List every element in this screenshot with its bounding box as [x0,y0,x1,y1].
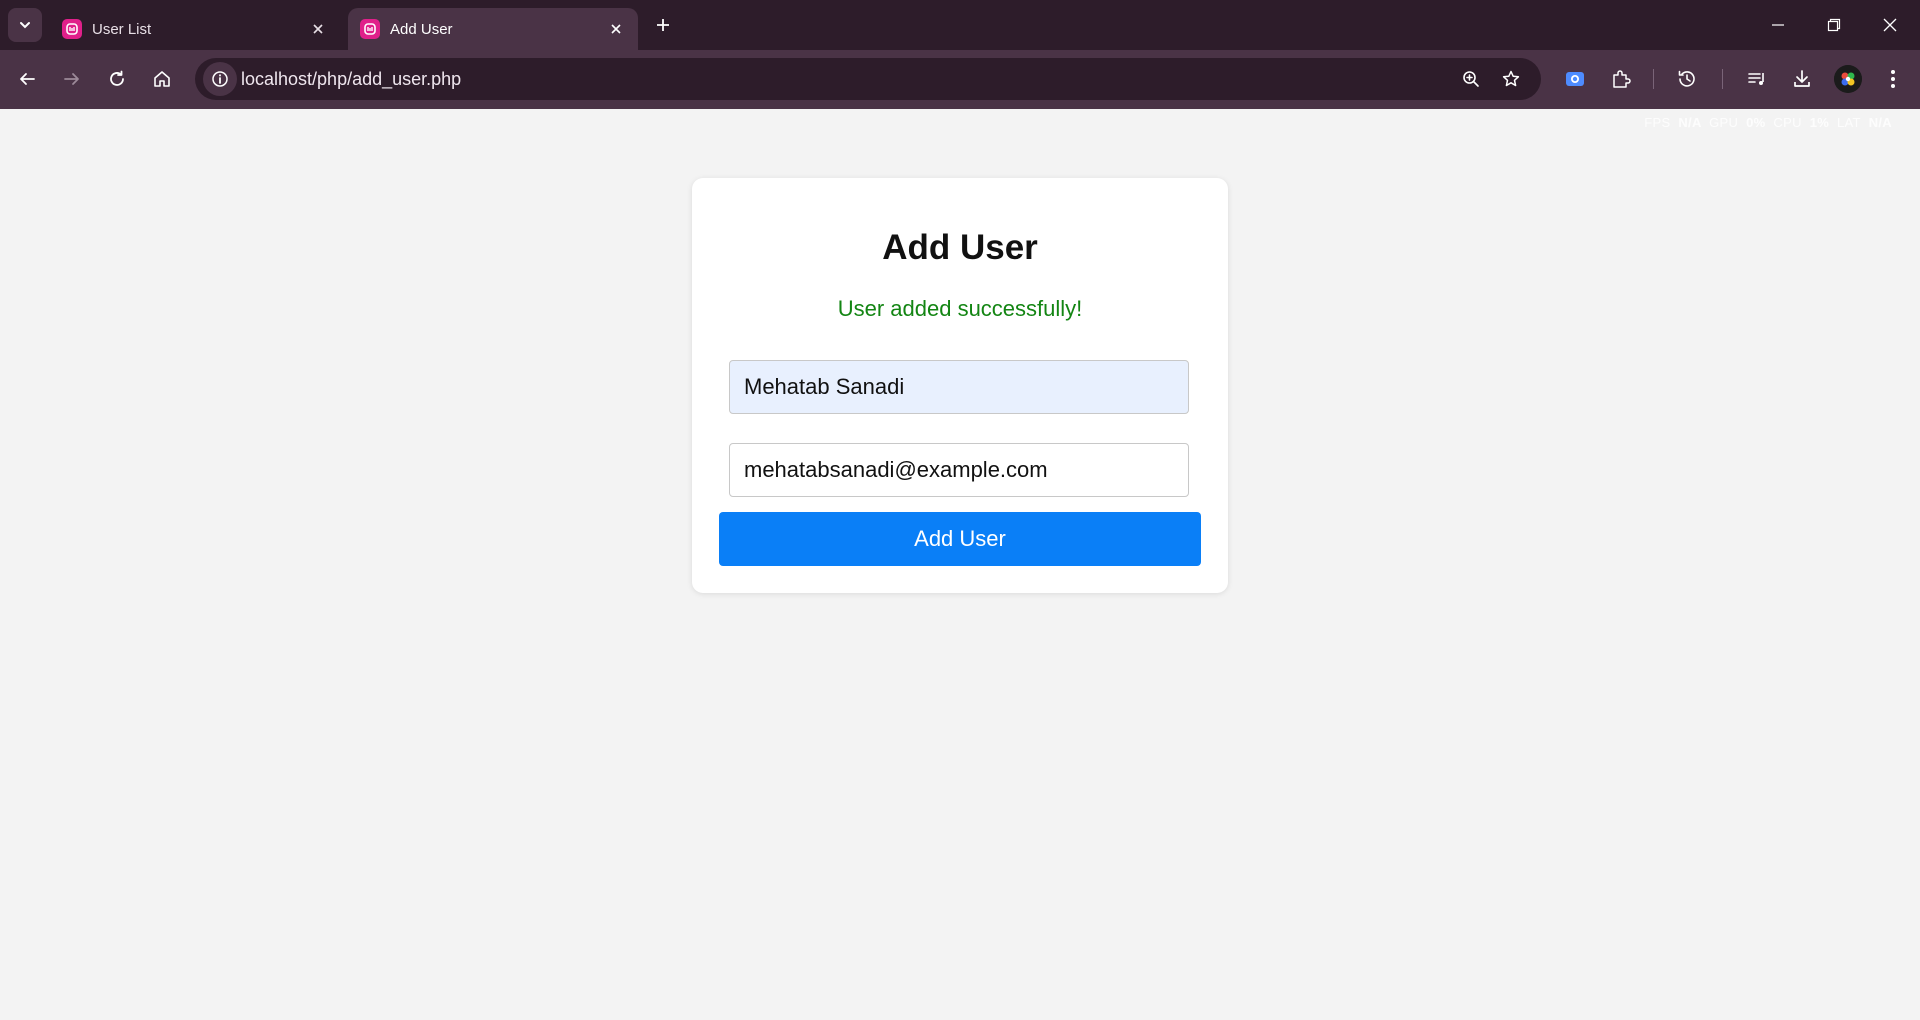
tab-search-button[interactable] [8,8,42,42]
performance-overlay: FPS N/A GPU 0% CPU 1% LAT N/A [1640,115,1892,130]
menu-button[interactable] [1876,62,1910,96]
lat-label: LAT [1837,115,1861,130]
restore-icon [1827,18,1841,32]
puzzle-icon [1613,70,1631,88]
close-icon[interactable] [304,15,332,43]
tab-add-user[interactable]: Add User [348,8,638,50]
history-button[interactable] [1670,62,1704,96]
info-icon [212,71,228,87]
site-info-button[interactable] [203,62,237,96]
reload-icon [110,70,124,86]
screenshot-extension-button[interactable] [1558,62,1592,96]
media-queue-icon [1748,73,1764,85]
back-button[interactable] [10,62,44,96]
download-icon [1794,70,1810,87]
downloads-button[interactable] [1785,62,1819,96]
name-field[interactable] [729,360,1189,414]
bookmark-button[interactable] [1494,62,1528,96]
app-favicon-icon [62,19,82,39]
page-title: Add User [882,228,1038,267]
success-message: User added successfully! [837,296,1083,321]
camera-icon [1566,72,1584,86]
avatar[interactable] [1834,65,1862,93]
tab-title: User List [92,20,152,38]
forward-button[interactable] [55,62,89,96]
fps-label: FPS [1644,115,1671,130]
app-favicon-icon [360,19,380,39]
plus-icon [657,19,669,31]
add-user-button[interactable]: Add User [719,512,1201,566]
kebab-menu-icon [1891,70,1895,88]
minimize-button[interactable] [1750,0,1806,50]
toolbar-divider [1722,69,1723,89]
tab-user-list[interactable]: User List [50,8,340,50]
forward-arrow-icon [64,73,79,85]
cpu-value: 1% [1809,115,1830,130]
browser-toolbar: localhost/php/add_user.php [0,50,1920,109]
close-icon [1883,18,1897,32]
history-icon [1678,70,1695,87]
tab-strip: User List Add User [0,0,1920,50]
gpu-label: GPU [1709,115,1739,130]
minimize-icon [1772,24,1784,26]
reload-button[interactable] [100,62,134,96]
restore-button[interactable] [1806,0,1862,50]
zoom-icon [1463,71,1479,87]
chevron-down-icon [20,22,30,29]
media-queue-button[interactable] [1740,62,1774,96]
toolbar-divider [1653,69,1654,89]
email-field[interactable] [729,443,1189,497]
address-bar[interactable]: localhost/php/add_user.php [195,58,1541,100]
cpu-label: CPU [1773,115,1802,130]
back-arrow-icon [20,73,35,85]
url-text[interactable]: localhost/php/add_user.php [241,58,461,100]
close-window-button[interactable] [1862,0,1918,50]
lat-value: N/A [1868,115,1892,130]
gpu-value: 0% [1746,115,1766,130]
fps-value: N/A [1678,115,1702,130]
tab-title: Add User [390,20,453,38]
add-user-card: Add User User added successfully! Add Us… [692,178,1228,593]
home-icon [154,71,170,87]
extensions-button[interactable] [1604,62,1638,96]
star-icon [1502,70,1520,87]
zoom-button[interactable] [1454,62,1488,96]
new-tab-button[interactable] [648,10,678,40]
home-button[interactable] [145,62,179,96]
close-icon[interactable] [602,15,630,43]
